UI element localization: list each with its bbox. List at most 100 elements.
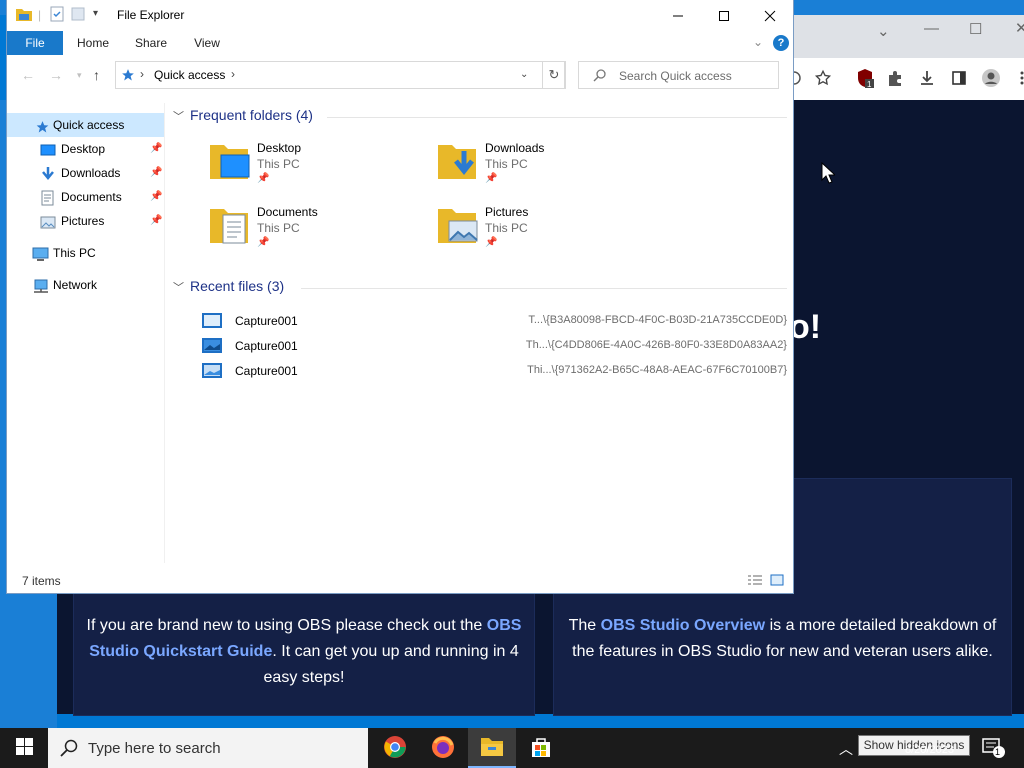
recent-file-row[interactable]: Capture001 Th...\{C4DD806E-4A0C-426B-80F… [201,335,791,357]
recent-files-header[interactable]: ﹀ Recent files (3) [173,278,284,295]
taskbar-firefox-button[interactable] [419,728,467,768]
svg-text:1: 1 [867,80,872,88]
file-explorer-icon [480,735,504,760]
address-bar[interactable]: › Quick access › ⌄ [115,61,565,89]
star-icon [35,118,51,133]
bookmark-star-icon[interactable] [813,68,833,88]
maximize-button[interactable] [701,0,747,31]
taskbar-search-placeholder: Type here to search [88,740,221,757]
document-icon [40,190,56,206]
address-dropdown-icon[interactable]: ⌄ [520,69,528,80]
desktop-icon [40,142,56,156]
pin-icon: 📌 [257,173,270,184]
folder-tile-desktop[interactable]: Desktop This PC 📌 [209,139,429,195]
side-panel-icon[interactable] [949,68,969,88]
folder-tile-pictures[interactable]: Pictures This PC 📌 [437,203,657,259]
recent-locations-chevron-icon[interactable]: ▾ [77,70,82,81]
tab-share[interactable]: Share [129,31,173,55]
notification-center-icon[interactable]: 1 [982,737,1006,759]
extensions-puzzle-icon[interactable] [885,68,905,88]
nav-item-documents[interactable]: Documents 📌 [7,185,164,209]
tab-view[interactable]: View [185,31,229,55]
file-name: Capture001 [235,314,298,328]
browser-menu-icon[interactable] [1012,68,1024,88]
folder-tile-documents[interactable]: Documents This PC 📌 [209,203,429,259]
nav-item-pictures[interactable]: Pictures 📌 [7,209,164,233]
quickstart-card-text: If you are brand new to using OBS please… [86,613,522,691]
taskbar-chrome-button[interactable] [371,728,419,768]
chevron-right-icon[interactable]: › [140,67,144,81]
studio-overview-link[interactable]: OBS Studio Overview [601,617,765,634]
download-icon[interactable] [917,68,937,88]
properties-icon[interactable] [49,6,65,25]
help-icon[interactable]: ? [773,35,789,51]
up-arrow-icon[interactable]: ↑ [93,67,100,83]
taskbar-file-explorer-button[interactable] [468,728,516,768]
pin-icon[interactable]: 📌 [150,137,162,161]
chevron-down-icon[interactable]: ⌄ [877,22,890,40]
search-input[interactable]: Search Quick access [578,61,779,89]
image-file-icon [201,312,223,329]
nav-item-network[interactable]: Network [7,273,164,297]
chevron-right-icon[interactable]: › [231,67,235,81]
details-view-icon[interactable] [747,574,763,591]
large-icons-view-icon[interactable] [770,573,784,590]
page-heading-fragment: o! [789,308,822,346]
nav-item-this-pc[interactable]: This PC [7,241,164,265]
pin-icon[interactable]: 📌 [150,209,162,233]
minimize-icon[interactable]: — [924,20,939,37]
tab-file[interactable]: File [7,31,63,55]
file-explorer-window: | ▾ File Explorer File Home Share View ⌄… [7,0,793,593]
overview-card-text: The OBS Studio Overview is a more detail… [566,613,999,665]
ublock-extension-icon[interactable]: 1 [855,68,875,88]
pin-icon[interactable]: 📌 [150,161,162,185]
firefox-icon [431,735,455,762]
recent-file-row[interactable]: Capture001 Thi...\{971362A2-B65C-48A8-AE… [201,360,791,382]
folder-name: Downloads [485,141,545,155]
pin-icon: 📌 [485,237,498,248]
frequent-folders-header[interactable]: ﹀ Frequent folders (4) [173,107,313,124]
expand-ribbon-icon[interactable]: ⌄ [753,35,763,49]
taskbar-search-input[interactable]: Type here to search [48,728,368,768]
close-button[interactable] [747,0,793,31]
file-path: Thi...\{971362A2-B65C-48A8-AEAC-67F6C701… [527,364,787,376]
navigation-bar: ← → ▾ ↑ › Quick access › ⌄ ↻ Search Quic… [7,55,793,95]
chrome-icon [383,735,407,762]
separator: | [38,8,42,22]
minimize-button[interactable] [655,0,701,31]
customize-toolbar-icon[interactable]: ▾ [93,8,98,19]
back-arrow-icon[interactable]: ← [21,67,35,83]
windows-logo-icon [15,738,33,758]
nav-item-label: Quick access [53,118,125,132]
folder-tile-downloads[interactable]: Downloads This PC 📌 [437,139,657,195]
search-icon [60,739,78,760]
maximize-icon[interactable]: ☐ [969,20,982,38]
profile-avatar-icon[interactable] [981,68,1001,88]
window-title: File Explorer [117,8,185,22]
search-placeholder: Search Quick access [619,69,732,83]
folder-name: Documents [257,205,318,219]
file-path: T...\{B3A80098-FBCD-4F0C-B03D-21A735CCDE… [528,314,787,326]
close-icon[interactable]: ✕ [1015,19,1024,37]
recent-file-row[interactable]: Capture001 T...\{B3A80098-FBCD-4F0C-B03D… [201,310,791,332]
folder-name: Desktop [257,141,302,155]
pin-icon[interactable]: 📌 [150,185,162,209]
taskbar-date[interactable]: 8/20/2023 [905,744,954,756]
taskbar-store-button[interactable] [517,728,565,768]
forward-arrow-icon[interactable]: → [49,67,63,83]
nav-item-downloads[interactable]: Downloads 📌 [7,161,164,185]
group-title: Recent files (3) [190,278,285,294]
address-text: Quick access [154,68,226,82]
download-arrow-icon [40,166,56,180]
downloads-folder-icon [437,139,479,183]
nav-item-desktop[interactable]: Desktop 📌 [7,137,164,161]
nav-item-quick-access[interactable]: Quick access [7,113,164,137]
new-folder-icon[interactable] [70,6,86,25]
explorer-titlebar: | ▾ File Explorer [7,0,793,31]
ribbon: File Home Share View ⌄ ? [7,31,793,56]
refresh-button[interactable]: ↻ [542,61,566,89]
tab-home[interactable]: Home [71,31,115,55]
folder-location: This PC [257,221,300,235]
start-button[interactable] [0,728,48,768]
show-hidden-icons-chevron-icon[interactable]: ︿ [839,739,853,759]
